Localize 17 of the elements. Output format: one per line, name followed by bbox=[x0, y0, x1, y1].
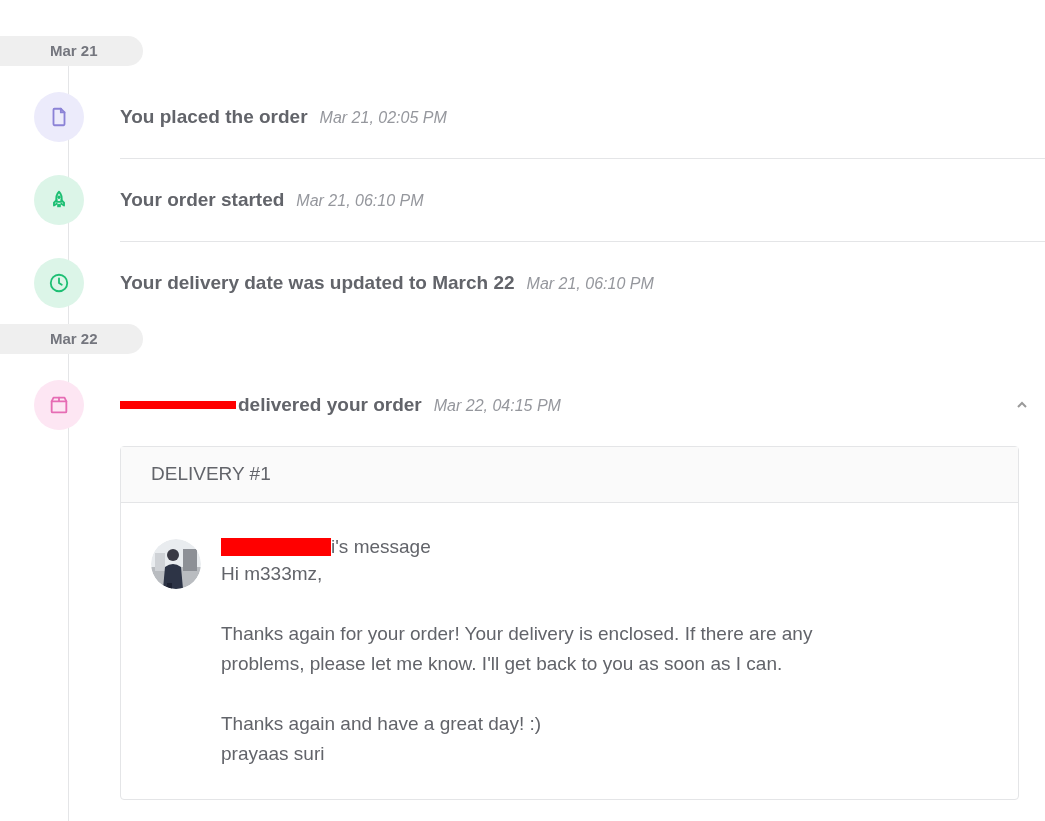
message-paragraph: Thanks again for your order! Your delivery is enclosed. If there are any problems, please let me know. I'll get back to you as soon as I can. bbox=[221, 622, 814, 676]
event-text: You placed the order bbox=[120, 104, 308, 129]
event-time: Mar 21, 02:05 PM bbox=[319, 107, 447, 128]
box-icon bbox=[48, 394, 70, 416]
message-title: i's message bbox=[331, 535, 431, 559]
event-text: delivered your order bbox=[238, 392, 422, 417]
event-text: Your delivery date was updated to March 22 bbox=[120, 270, 515, 295]
message-paragraph: Hi m333mz, bbox=[221, 562, 324, 586]
event-time: Mar 21, 06:10 PM bbox=[296, 190, 424, 211]
event-text: Your order started bbox=[120, 187, 285, 212]
message-paragraph: Thanks again and have a great day! :) prayaas suri bbox=[221, 712, 543, 766]
clock-icon bbox=[48, 272, 70, 294]
date-label: Mar 22 bbox=[50, 328, 98, 349]
event-time: Mar 21, 06:10 PM bbox=[526, 273, 654, 294]
event-time: Mar 22, 04:15 PM bbox=[433, 395, 561, 416]
delivery-title: DELIVERY #1 bbox=[151, 462, 271, 487]
date-label: Mar 21 bbox=[50, 40, 98, 61]
